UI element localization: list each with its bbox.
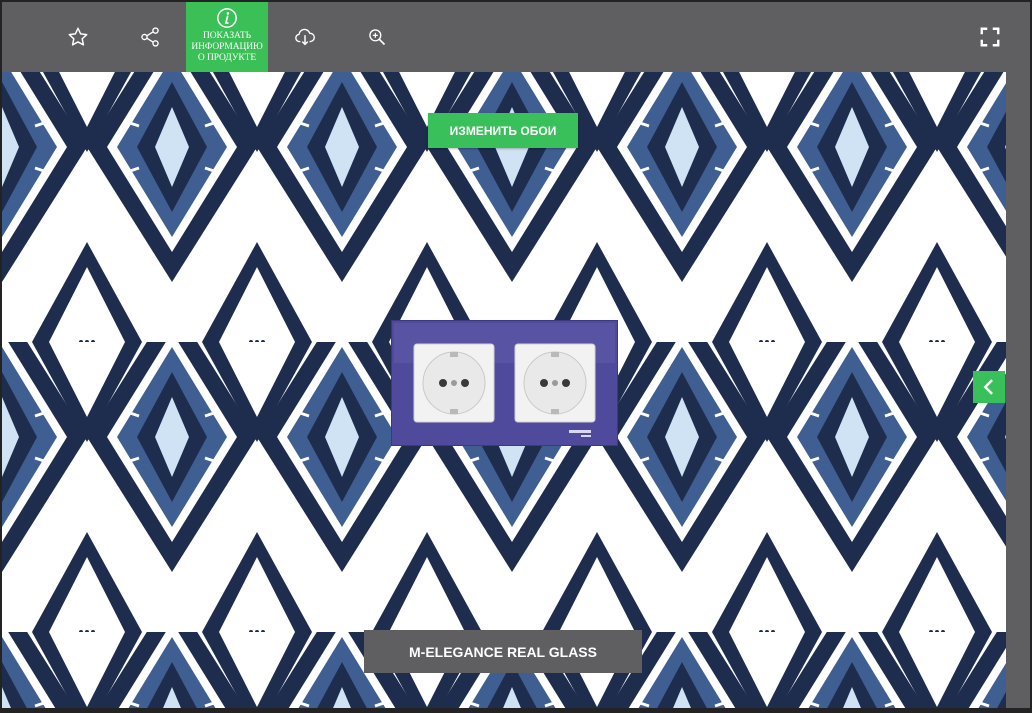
star-icon: [68, 27, 88, 46]
next-arrow-button[interactable]: [973, 371, 1005, 403]
info-icon: [217, 8, 237, 28]
cloud-download-icon: [295, 28, 315, 46]
chevron-left-icon: [983, 379, 993, 395]
fullscreen-icon: [980, 27, 1000, 47]
zoom-icon: [369, 29, 386, 46]
viewer-window: ПОКАЗАТЬ ИНФОРМАЦИЮ О ПРОДУКТЕ ИЗМЕНИТЬ …: [0, 0, 1032, 713]
share-icon: [141, 27, 159, 47]
info-button-label: ПОКАЗАТЬ ИНФОРМАЦИЮ О ПРОДУКТЕ: [191, 31, 263, 63]
change-wallpaper-button[interactable]: ИЗМЕНИТЬ ОБОИ: [428, 113, 578, 148]
socket-image: [390, 319, 619, 447]
product-name-label: M-ELEGANCE REAL GLASS: [364, 630, 642, 673]
side-panel: [1006, 72, 1030, 708]
show-product-info-button[interactable]: ПОКАЗАТЬ ИНФОРМАЦИЮ О ПРОДУКТЕ: [186, 2, 268, 73]
share-button[interactable]: [123, 2, 177, 72]
toolbar: ПОКАЗАТЬ ИНФОРМАЦИЮ О ПРОДУКТЕ: [2, 2, 1030, 73]
zoom-button[interactable]: [350, 2, 404, 72]
download-button[interactable]: [278, 2, 332, 72]
double-socket-frame[interactable]: [390, 319, 619, 447]
favorite-button[interactable]: [51, 2, 105, 72]
fullscreen-button[interactable]: [963, 2, 1017, 72]
